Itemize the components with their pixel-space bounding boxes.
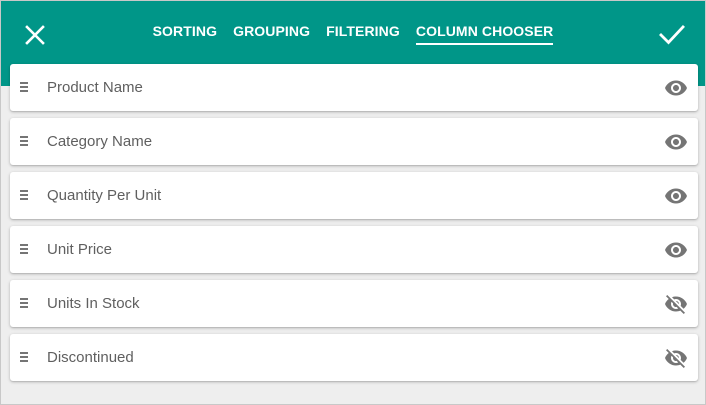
header-bar: SORTING GROUPING FILTERING COLUMN CHOOSE… [1, 1, 705, 63]
tab-grouping[interactable]: GROUPING [233, 23, 310, 45]
apply-button[interactable] [657, 21, 687, 49]
checkmark-icon [659, 25, 685, 45]
column-row-unit-price[interactable]: Unit Price [10, 226, 698, 273]
tab-column-chooser[interactable]: COLUMN CHOOSER [415, 23, 554, 45]
drag-handle-icon[interactable] [20, 298, 28, 309]
column-list: Product Name Category Name Quantity Per Un… [10, 64, 698, 388]
eye-off-icon[interactable] [664, 346, 688, 370]
drag-handle-icon[interactable] [20, 82, 28, 93]
eye-icon[interactable] [664, 130, 688, 154]
eye-icon[interactable] [664, 238, 688, 262]
column-row-units-in-stock[interactable]: Units In Stock [10, 280, 698, 327]
column-label: Product Name [47, 79, 143, 96]
column-label: Category Name [47, 133, 153, 150]
column-label: Unit Price [47, 241, 113, 258]
column-row-product-name[interactable]: Product Name [10, 64, 698, 111]
drag-handle-icon[interactable] [20, 136, 28, 147]
column-row-category-name[interactable]: Category Name [10, 118, 698, 165]
eye-icon[interactable] [664, 76, 688, 100]
column-chooser-dialog: SORTING GROUPING FILTERING COLUMN CHOOSE… [0, 0, 706, 405]
column-label: Units In Stock [47, 295, 140, 312]
tab-sorting[interactable]: SORTING [153, 23, 217, 45]
column-row-quantity-per-unit[interactable]: Quantity Per Unit [10, 172, 698, 219]
drag-handle-icon[interactable] [20, 190, 28, 201]
tab-bar: SORTING GROUPING FILTERING COLUMN CHOOSE… [1, 1, 705, 63]
column-label: Quantity Per Unit [47, 187, 162, 204]
drag-handle-icon[interactable] [20, 244, 28, 255]
column-label: Discontinued [47, 349, 134, 366]
drag-handle-icon[interactable] [20, 352, 28, 363]
eye-icon[interactable] [664, 184, 688, 208]
eye-off-icon[interactable] [664, 292, 688, 316]
column-row-discontinued[interactable]: Discontinued [10, 334, 698, 381]
tab-filtering[interactable]: FILTERING [326, 23, 400, 45]
